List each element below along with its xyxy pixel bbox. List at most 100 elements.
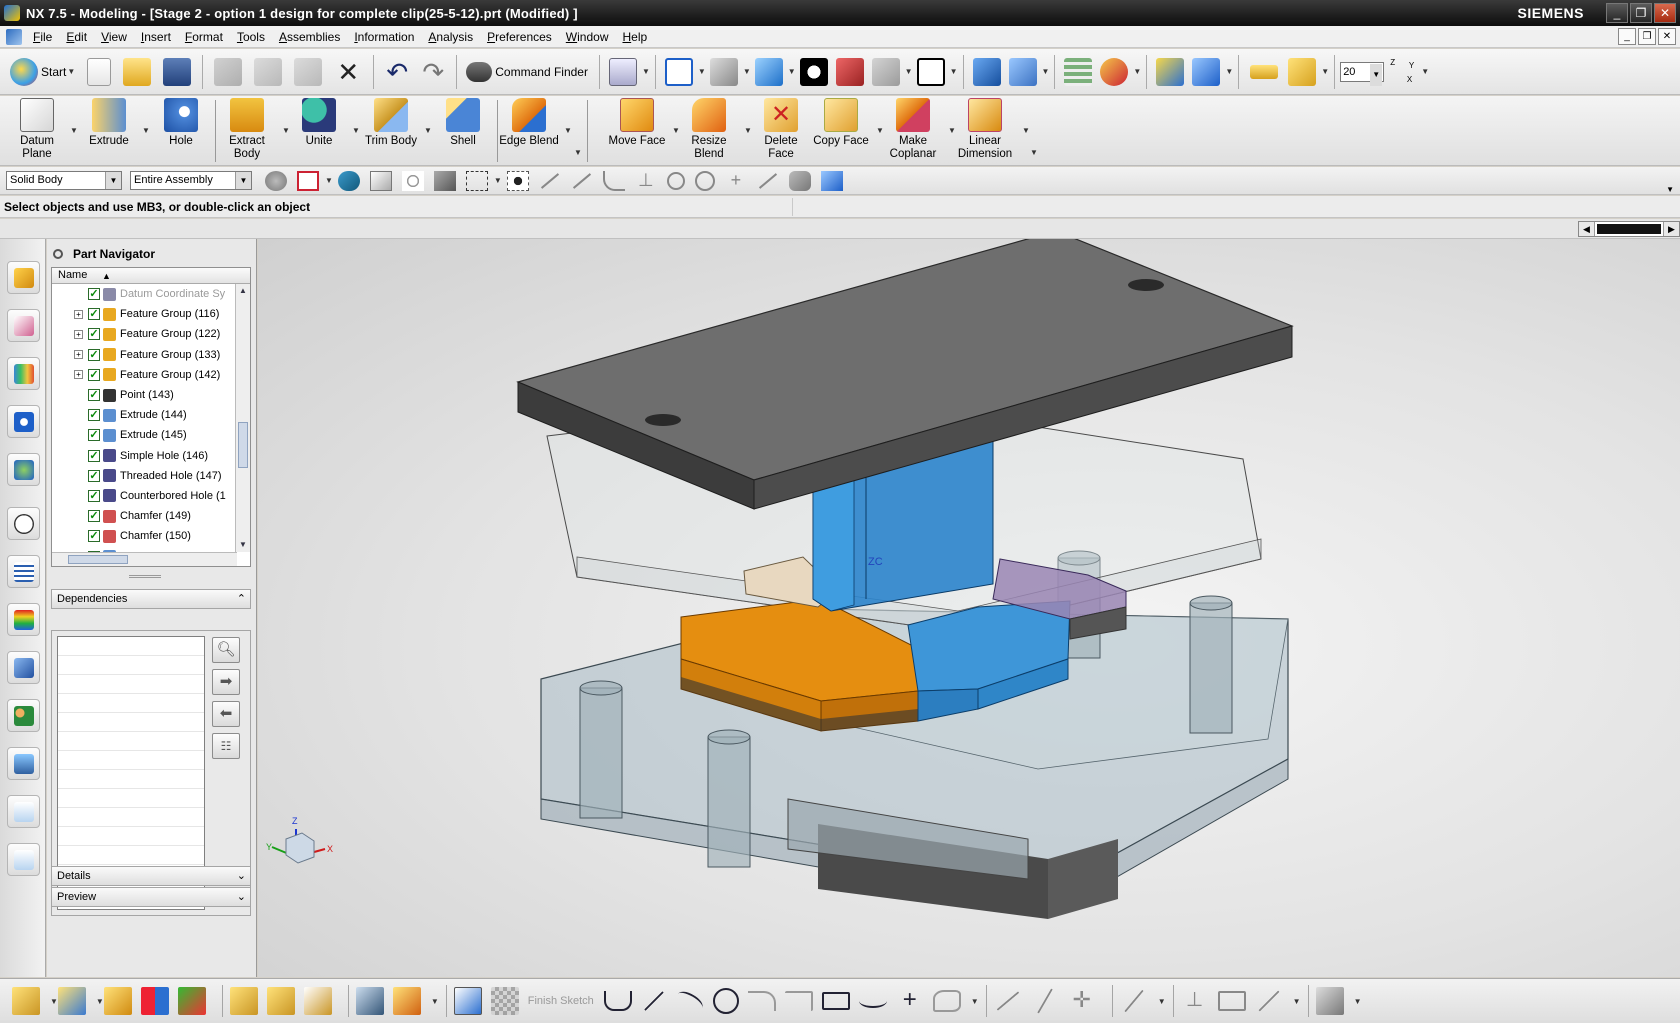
tree-hscroll-thumb[interactable] — [68, 555, 128, 564]
assembly-cut-icon[interactable] — [266, 987, 295, 1015]
visibility-checkbox[interactable]: ✓ — [88, 510, 100, 523]
scroll-right-icon[interactable]: ▶ — [1663, 222, 1679, 236]
menu-format[interactable]: Format — [178, 30, 230, 44]
clearance-analysis-icon[interactable] — [392, 987, 421, 1015]
shaded-with-edges-icon[interactable] — [799, 57, 828, 86]
add-component-icon[interactable] — [57, 987, 86, 1015]
menu-help[interactable]: Help — [615, 30, 654, 44]
name-column-header[interactable]: Name ▲ — [52, 268, 250, 284]
visibility-checkbox[interactable]: ✓ — [88, 530, 100, 543]
auto-constrain-icon[interactable] — [1258, 990, 1280, 1012]
sketch-icon[interactable] — [453, 987, 482, 1015]
tree-row[interactable]: + ✓ Feature Group (133) — [52, 345, 235, 365]
maximize-button[interactable]: ❐ — [1630, 3, 1652, 23]
shell-button[interactable]: Shell — [432, 98, 494, 148]
dimension-icon[interactable]: ⊥ — [1181, 987, 1209, 1015]
visibility-checkbox[interactable]: ✓ — [88, 389, 100, 402]
roles-palette-tab[interactable] — [7, 603, 40, 636]
new-file-icon[interactable] — [87, 57, 112, 86]
make-coplanar-button[interactable]: Make Coplanar — [882, 98, 944, 161]
menu-file[interactable]: File — [26, 30, 59, 44]
delete-icon[interactable]: ✕ — [334, 58, 362, 86]
start-button[interactable]: Start ▼ — [6, 54, 79, 90]
expand-toggle-icon[interactable]: + — [74, 309, 83, 319]
zoom-level-select[interactable]: 20 — [1340, 61, 1385, 86]
quick-trim-icon[interactable] — [996, 991, 1020, 1011]
control-point-snap-icon[interactable] — [602, 170, 625, 191]
geometric-constraint-icon[interactable] — [1217, 991, 1246, 1011]
finish-sketch-icon[interactable] — [490, 987, 519, 1015]
dependency-tree-button[interactable]: ☷ — [212, 733, 240, 759]
section-view-icon[interactable] — [1008, 57, 1037, 86]
visibility-checkbox[interactable]: ✓ — [88, 328, 100, 341]
visibility-checkbox[interactable]: ✓ — [88, 288, 100, 301]
extrude-button[interactable]: Extrude — [78, 98, 140, 148]
profile-icon[interactable] — [603, 991, 632, 1011]
extract-body-button[interactable]: Extract Body — [216, 98, 278, 161]
scroll-down-icon[interactable]: ▼ — [236, 538, 250, 552]
alternate-solution-icon[interactable] — [1315, 987, 1344, 1015]
copy-icon[interactable] — [254, 57, 283, 86]
visibility-checkbox[interactable]: ✓ — [88, 429, 100, 442]
doc-restore-button[interactable]: ❐ — [1638, 28, 1656, 45]
menu-assemblies[interactable]: Assemblies — [272, 30, 347, 44]
select-all-icon[interactable] — [369, 170, 392, 191]
doc-close-button[interactable]: ✕ — [1658, 28, 1676, 45]
tree-row[interactable]: ✓ Extrude (145) — [52, 425, 235, 445]
visibility-checkbox[interactable]: ✓ — [88, 308, 100, 321]
visibility-checkbox[interactable]: ✓ — [88, 348, 100, 361]
rectangle-icon[interactable] — [821, 992, 850, 1010]
chamfer-sketch-icon[interactable] — [784, 991, 813, 1011]
paste-icon[interactable] — [294, 57, 323, 86]
tree-row[interactable]: + ✓ Feature Group (116) — [52, 304, 235, 324]
wcs-icon[interactable] — [1100, 57, 1129, 86]
tree-row[interactable]: ✓ Datum Coordinate Sy — [52, 284, 235, 304]
menu-insert[interactable]: Insert — [134, 30, 178, 44]
orient-view-icon[interactable] — [972, 57, 1001, 86]
rectangle-select-icon[interactable] — [465, 170, 488, 191]
scroll-up-icon[interactable]: ▲ — [236, 284, 250, 298]
close-button[interactable]: ✕ — [1654, 3, 1676, 23]
visibility-checkbox[interactable]: ✓ — [88, 489, 100, 502]
circle-icon[interactable] — [712, 988, 739, 1014]
wave-geometry-linker-icon[interactable] — [229, 987, 258, 1015]
quadrant-snap-icon[interactable] — [694, 170, 715, 191]
visibility-checkbox[interactable]: ✓ — [88, 409, 100, 422]
graphics-window[interactable]: ZC Z Y X — [258, 239, 1680, 977]
linear-dimension-button[interactable]: Linear Dimension — [954, 98, 1016, 161]
menu-window[interactable]: Window — [559, 30, 616, 44]
axis-triad-icon[interactable]: Z Y X — [1388, 58, 1416, 86]
expand-toggle-icon[interactable]: + — [74, 370, 83, 380]
details-section-header[interactable]: Details ⌄ — [51, 866, 251, 886]
selection-scope-select[interactable]: Entire Assembly ▼ — [130, 171, 252, 190]
snap-view-icon[interactable] — [1192, 57, 1221, 86]
trim-body-button[interactable]: Trim Body — [360, 98, 422, 148]
move-face-button[interactable]: Move Face — [606, 98, 668, 148]
copy-face-button[interactable]: Copy Face — [810, 98, 872, 148]
graphics-horizontal-scrollbar[interactable]: ◀ ▶ — [1578, 221, 1680, 237]
open-folder-icon[interactable] — [123, 57, 152, 86]
dependencies-section-header[interactable]: Dependencies ⌃ — [51, 589, 251, 609]
info-window-icon[interactable] — [608, 57, 637, 86]
undo-selection-icon[interactable] — [337, 170, 360, 191]
offset-curve-icon[interactable] — [1123, 989, 1144, 1013]
delete-face-button[interactable]: ✕ Delete Face — [750, 98, 812, 161]
shaded-red-cube-icon[interactable] — [835, 57, 864, 86]
mid-point-snap-icon[interactable] — [572, 172, 591, 189]
view-orientation-icon[interactable] — [709, 57, 738, 86]
assembly-constraints-icon[interactable] — [177, 987, 206, 1015]
menu-view[interactable]: View — [94, 30, 134, 44]
snap-enable-icon[interactable] — [506, 170, 529, 191]
mirror-assembly-icon[interactable] — [140, 987, 169, 1015]
unite-button[interactable]: Unite — [288, 98, 350, 148]
quick-extend-icon[interactable] — [1036, 988, 1053, 1014]
sketch-cube-icon[interactable] — [12, 987, 40, 1015]
tree-row[interactable]: ✓ Threaded Hole (147) — [52, 466, 235, 486]
type-filter-select[interactable]: Solid Body ▼ — [6, 171, 122, 190]
edge-blend-button[interactable]: Edge Blend — [498, 98, 560, 148]
history-tab[interactable] — [7, 507, 40, 540]
undo-icon[interactable]: ↶ — [383, 58, 411, 86]
make-corner-icon[interactable]: ✛ — [1068, 987, 1096, 1015]
finish-sketch-label[interactable]: Finish Sketch — [528, 995, 594, 1007]
preview-section-header[interactable]: Preview ⌄ — [51, 887, 251, 907]
